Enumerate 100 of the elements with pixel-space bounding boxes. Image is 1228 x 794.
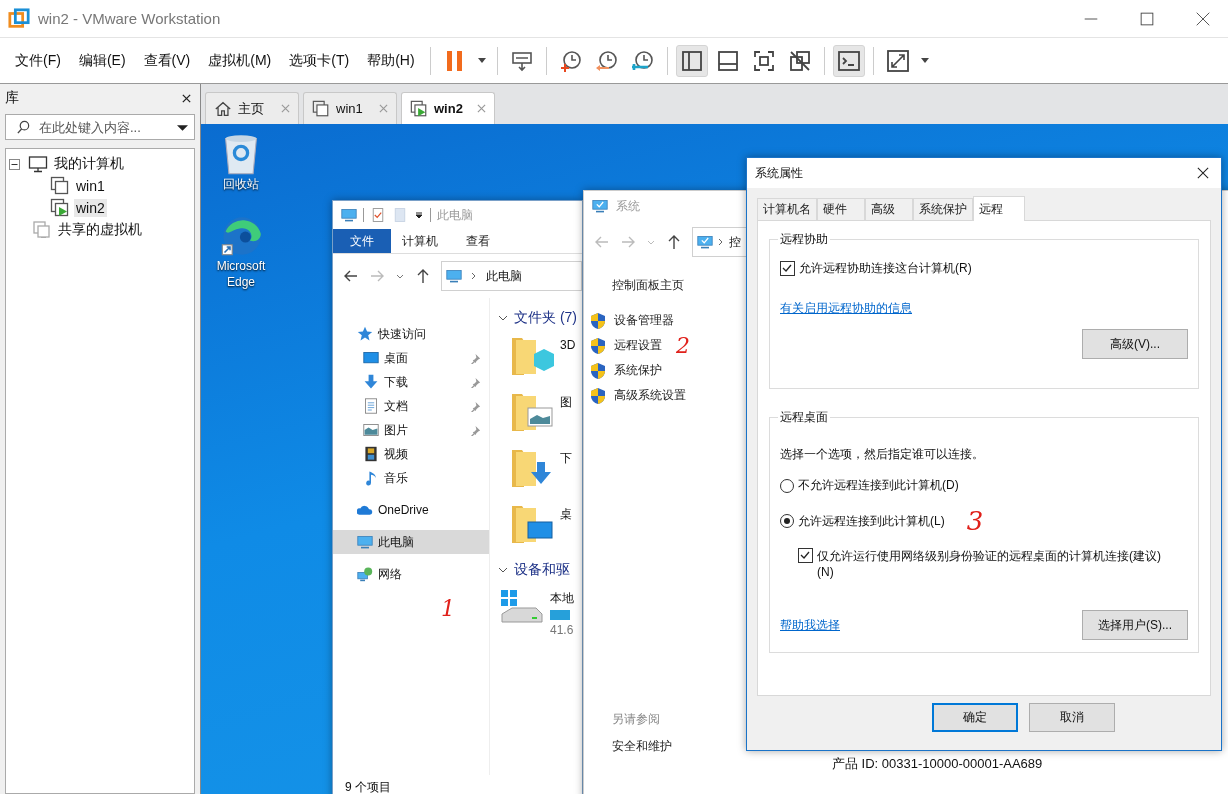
settings-link[interactable]: 远程设置 (614, 337, 662, 354)
address-text: 控 (729, 233, 741, 251)
close-icon[interactable] (1197, 167, 1209, 179)
checkbox[interactable] (780, 260, 795, 276)
console-button[interactable] (832, 44, 865, 77)
radio-label[interactable]: 不允许远程连接到此计算机(D) (798, 477, 959, 494)
section-title: 文件夹 (7) (514, 309, 577, 327)
ribbon-tab[interactable]: 文件 (333, 229, 391, 253)
ribbon-tab[interactable]: 查看 (449, 229, 507, 253)
nav-item[interactable]: 文档 (333, 394, 489, 418)
checkbox-label[interactable]: 允许远程协助连接这台计算机(R) (799, 260, 972, 277)
settings-link[interactable]: 系统保护 (614, 362, 662, 379)
tree-item[interactable]: 共享的虚拟机 (56, 220, 144, 240)
up-arrow-icon[interactable] (415, 268, 431, 284)
radio-label[interactable]: 允许远程连接到此计算机(L) (798, 512, 945, 530)
see-also-link[interactable]: 安全和维护 (590, 738, 740, 755)
pin-icon[interactable] (470, 352, 481, 364)
nav-item[interactable]: 音乐 (333, 466, 489, 490)
nav-item[interactable]: 此电脑 (333, 530, 489, 554)
menu-item[interactable]: 文件(F) (6, 47, 70, 74)
ribbon-tab[interactable]: 计算机 (391, 229, 449, 253)
menu-item[interactable]: 虚拟机(M) (199, 47, 281, 74)
nav-item[interactable]: 网络 (333, 562, 489, 586)
download-icon (363, 374, 379, 390)
menu-item[interactable]: 查看(V) (134, 47, 200, 74)
library-view-button[interactable] (675, 44, 708, 77)
monitor-icon (446, 268, 462, 284)
item-label[interactable]: 图 (560, 394, 572, 411)
checkbox-label[interactable]: 仅允许运行使用网络级别身份验证的远程桌面的计算机连接(建议)(N) (817, 548, 1177, 581)
panel-title: 库 (5, 89, 19, 107)
help-link[interactable]: 帮助我选择 (780, 616, 840, 634)
product-id: 产品 ID: 00331-10000-00001-AA689 (832, 755, 1043, 773)
tab[interactable]: 系统保护 (913, 198, 973, 220)
tab[interactable]: 硬件 (817, 198, 865, 220)
desktop-icon-label[interactable]: Microsoft Edge (209, 258, 273, 291)
shield-icon (590, 386, 606, 405)
advanced-button[interactable]: 高级(V)... (1082, 329, 1188, 360)
settings-link[interactable]: 高级系统设置 (614, 387, 686, 404)
item-label[interactable]: 桌 (560, 506, 572, 523)
home-icon (214, 99, 232, 118)
nav-item[interactable]: 快速访问 (333, 322, 489, 346)
tab[interactable]: 主页 (205, 92, 299, 124)
dialog-button[interactable]: 取消 (1029, 703, 1115, 732)
item-label[interactable]: 3D (560, 338, 576, 352)
item-label[interactable]: 下 (560, 450, 572, 467)
shield-icon (590, 361, 606, 380)
monitor-icon (341, 207, 357, 223)
chevron-right-icon (470, 272, 478, 280)
pin-icon[interactable] (470, 400, 481, 412)
caret-icon[interactable] (414, 210, 424, 220)
checklist-icon[interactable] (370, 207, 386, 223)
tree-item[interactable]: win2 (74, 199, 107, 217)
app-logo-icon (8, 7, 30, 30)
collapse-toggle[interactable] (9, 158, 20, 170)
address-text: 此电脑 (486, 267, 522, 285)
picture-icon (363, 422, 379, 438)
up-arrow-icon[interactable] (666, 234, 682, 250)
instruction-text: 选择一个选项，然后指定谁可以连接。 (780, 446, 984, 463)
pin-icon[interactable] (470, 424, 481, 436)
settings-link[interactable]: 设备管理器 (614, 312, 674, 329)
nav-item[interactable]: OneDrive (333, 498, 489, 522)
pin-icon[interactable] (470, 376, 481, 388)
chevron-down-icon[interactable] (498, 565, 508, 575)
close-icon[interactable] (181, 92, 192, 104)
nav-item[interactable]: 视频 (333, 442, 489, 466)
item-label[interactable]: 本地 (550, 590, 574, 607)
dialog-title: 系统属性 (755, 164, 803, 182)
menu-item[interactable]: 编辑(E) (69, 47, 135, 74)
dialog-button[interactable]: 确定 (932, 703, 1018, 732)
window-title: 系统 (616, 197, 640, 215)
tab[interactable]: 计算机名 (757, 198, 817, 220)
tree-item[interactable]: 我的计算机 (52, 154, 126, 174)
chevron-down-icon[interactable] (498, 313, 508, 323)
annotation-number: 2 (676, 334, 690, 357)
info-link[interactable]: 有关启用远程协助的信息 (780, 300, 912, 318)
monitor-icon (697, 234, 713, 250)
menu-item[interactable]: 帮助(H) (358, 47, 424, 74)
group-title: 远程协助 (780, 232, 828, 246)
menu-item[interactable]: 选项卡(T) (280, 47, 359, 74)
radio-button[interactable] (780, 478, 794, 493)
clock-plus-icon (558, 48, 583, 73)
radio-button[interactable] (780, 514, 794, 528)
tree-item[interactable]: win1 (74, 177, 107, 195)
tab[interactable]: 远程 (973, 196, 1025, 221)
desktop-icon-label[interactable]: 回收站 (209, 176, 273, 193)
bottom-panel-icon (715, 48, 740, 73)
back-arrow-icon[interactable] (343, 268, 359, 284)
nav-item[interactable]: 桌面 (333, 346, 489, 370)
usage-bar (550, 610, 570, 620)
checkbox[interactable] (798, 548, 813, 563)
nav-item[interactable]: 图片 (333, 418, 489, 442)
tab[interactable]: 高级 (865, 198, 913, 220)
tab[interactable]: win2 (401, 92, 495, 124)
search-field[interactable]: 在此处键入内容... (5, 114, 195, 140)
select-users-button[interactable]: 选择用户(S)... (1082, 610, 1188, 641)
address-bar[interactable]: 此电脑 (441, 261, 582, 291)
nav-item[interactable]: 下载 (333, 370, 489, 394)
control-panel-link[interactable]: 控制面板主页 (590, 277, 740, 294)
vm-icon (50, 176, 70, 196)
tab[interactable]: win1 (303, 92, 397, 124)
